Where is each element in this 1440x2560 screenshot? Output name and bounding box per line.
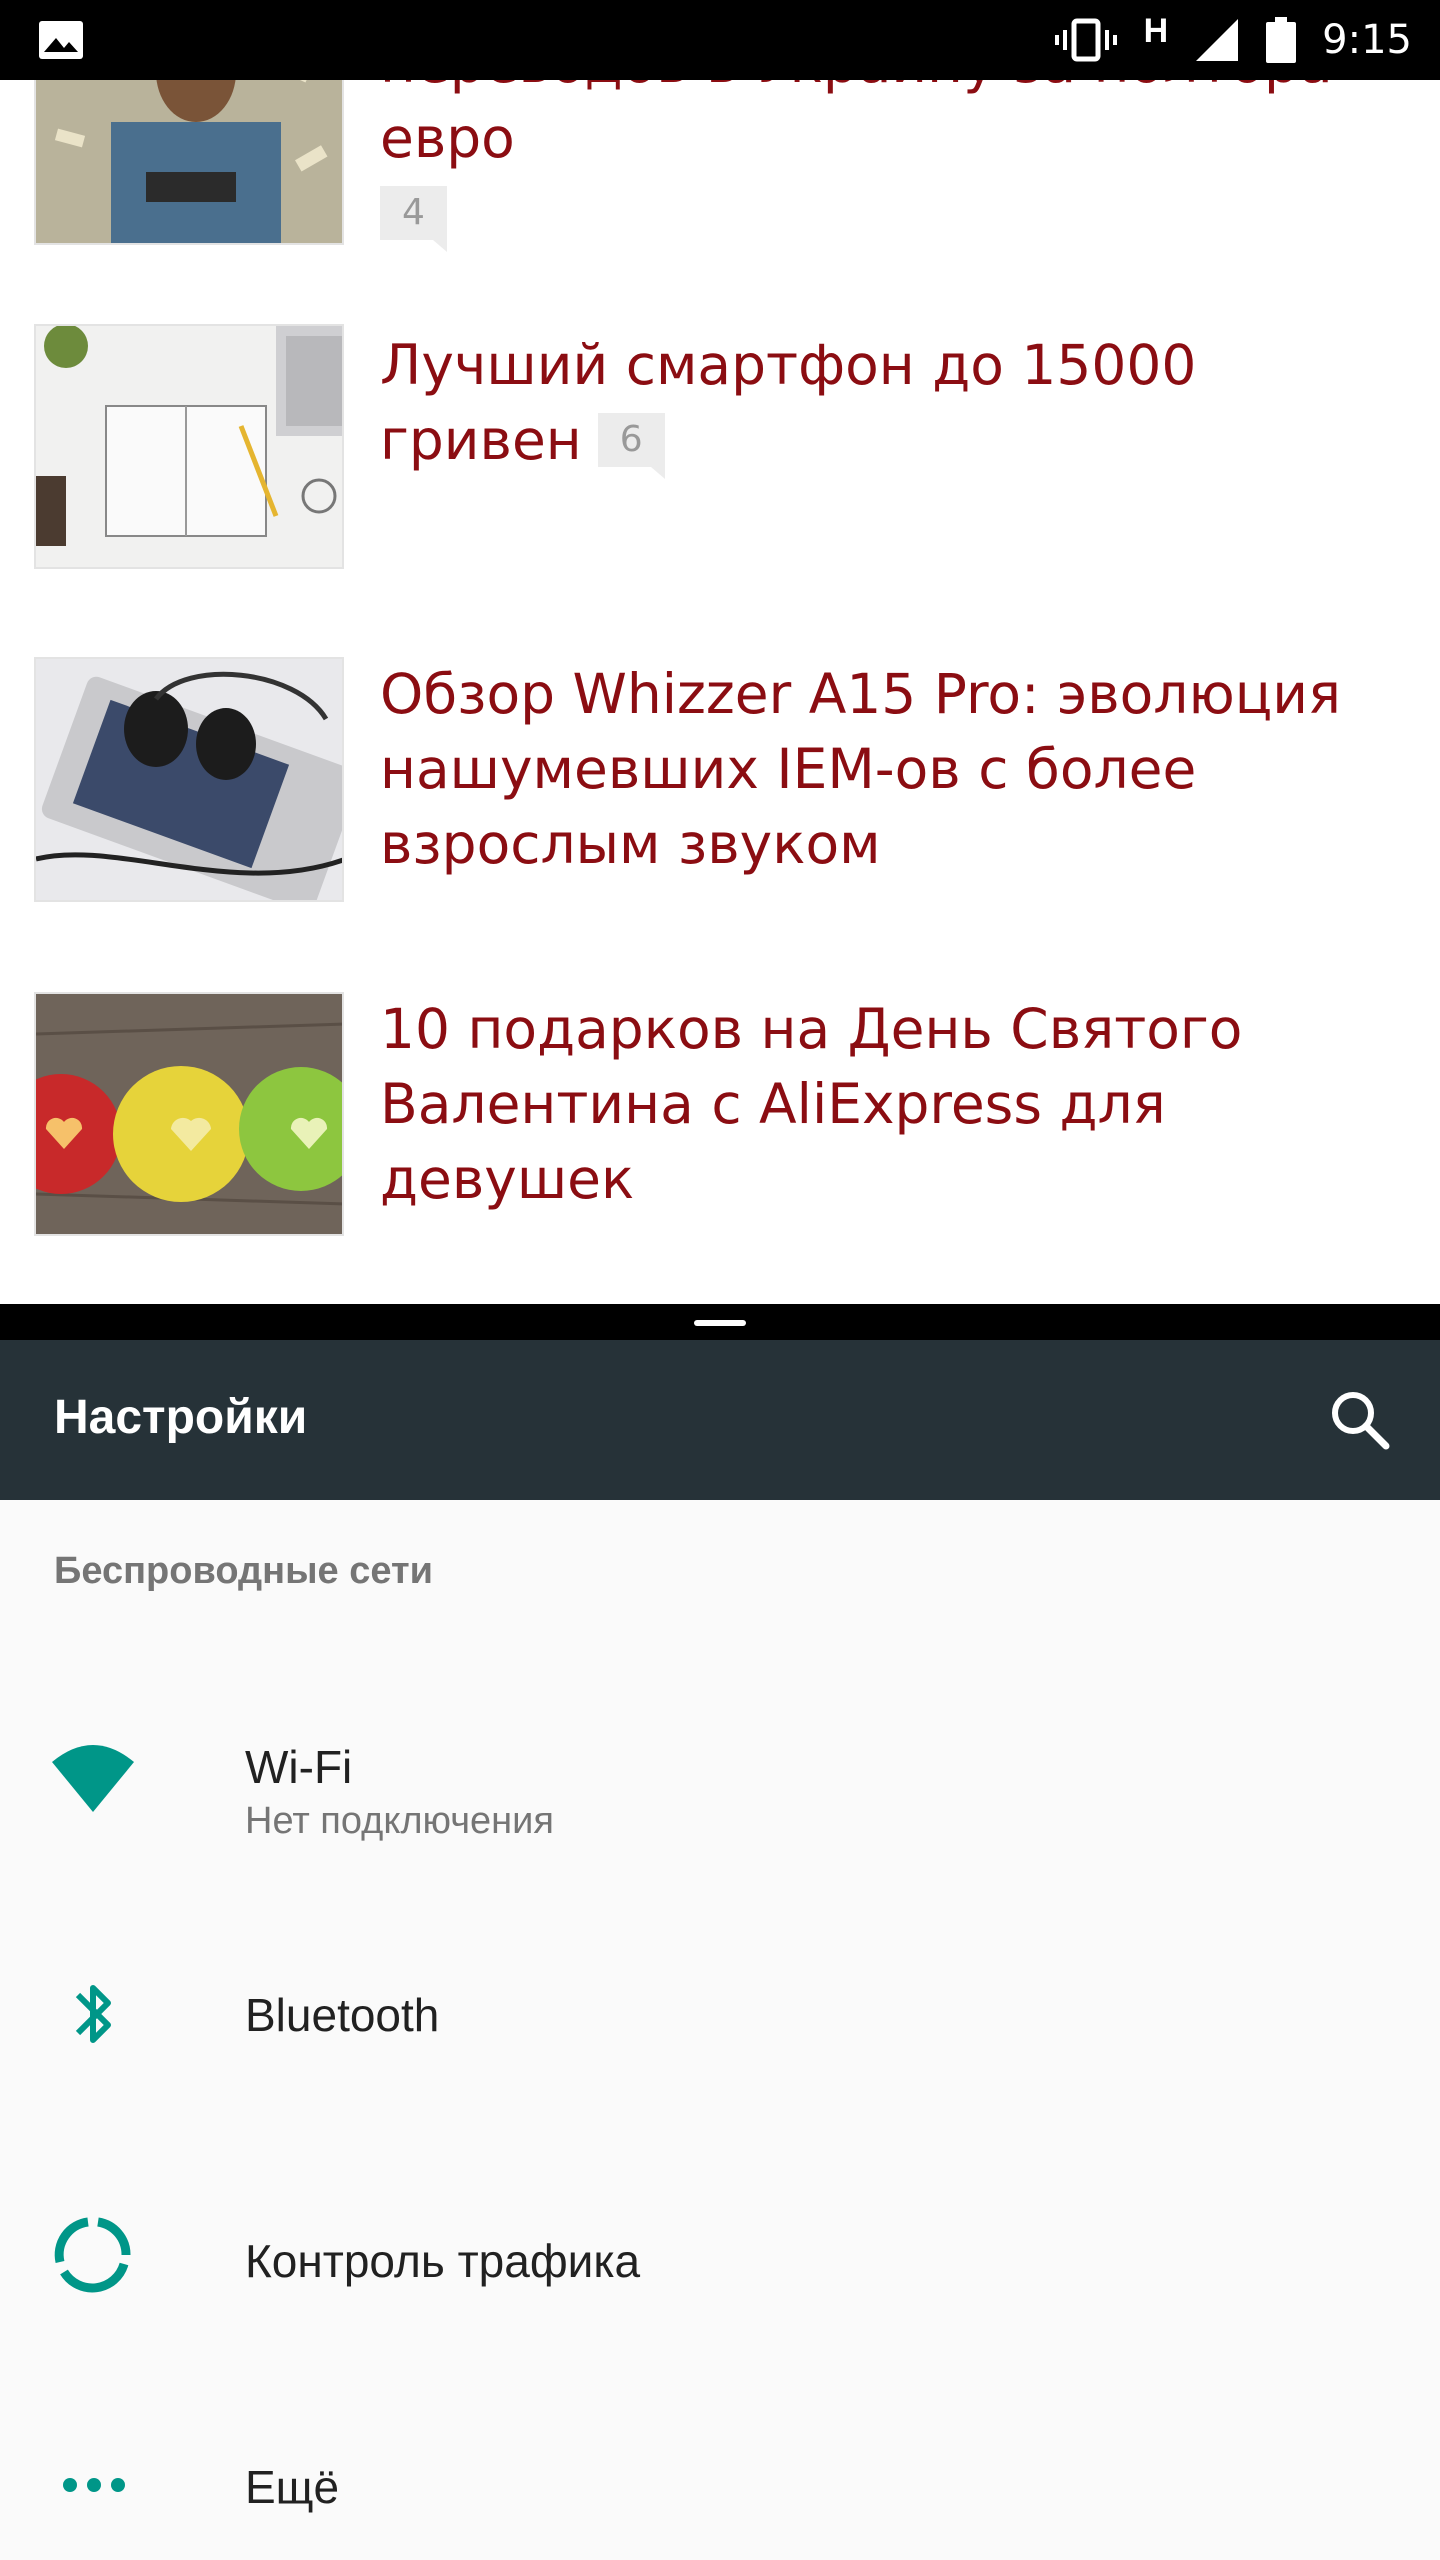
network-type: H [1143,11,1169,50]
wifi-icon [52,1745,134,1812]
comment-count-badge[interactable]: 6 [597,412,665,479]
settings-item-title: Bluetooth [245,1989,440,2041]
comment-count-badge[interactable]: 4 [380,185,447,252]
battery-icon [1266,17,1297,63]
settings-item-title: Контроль трафика [245,2235,641,2287]
article-thumbnail[interactable] [34,324,344,569]
article-title-text[interactable]: Лучший смартфон до 15000 гривен [380,333,1196,472]
settings-item-data-usage[interactable]: Контроль трафика [0,2180,1440,2350]
data-usage-icon [54,2217,131,2293]
settings-item-title: Wi-Fi [245,1741,353,1793]
settings-item-wifi[interactable]: Wi-Fi Нет подключения [0,1700,1440,1890]
article-title-text[interactable]: Обзор Whizzer A15 Pro: эволюция нашумевш… [380,662,1341,876]
settings-list: Беспроводные сети Wi-Fi Нет подключения … [0,1500,1440,2560]
article-thumbnail[interactable] [34,657,344,902]
article-thumbnail[interactable] [34,992,344,1236]
settings-item-bluetooth[interactable]: Bluetooth [0,1930,1440,2100]
article-title[interactable]: 10 подарков на День Святого Валентина с … [380,992,1410,1217]
split-screen-divider[interactable] [0,1304,1440,1340]
settings-toolbar: Настройки [0,1340,1440,1500]
article-title[interactable]: переводов в Украину за полтора евро 4 [380,80,1410,252]
settings-item-more[interactable]: Ещё [0,2420,1440,2560]
page-title: Настройки [54,1391,308,1444]
article-title[interactable]: Лучший смартфон до 15000 гривен 6 [380,328,1410,479]
settings-item-title: Ещё [245,2461,340,2513]
bluetooth-icon [75,1985,111,2043]
search-icon[interactable] [1320,1380,1400,1460]
article-thumbnail[interactable] [34,80,344,245]
settings-item-subtitle: Нет подключения [245,1800,554,1842]
article-title-text[interactable]: переводов в Украину за полтора евро [380,80,1333,170]
article-list: переводов в Украину за полтора евро 4 Лу… [0,80,1440,1304]
image-notification-icon [39,21,83,59]
status-bar: H 9:15 [0,0,1440,80]
vibrate-icon [1054,18,1117,62]
more-icon [63,2478,125,2492]
signal-icon [1196,19,1239,61]
section-header: Беспроводные сети [54,1550,433,1592]
clock: 9:15 [1322,17,1412,63]
article-title[interactable]: Обзор Whizzer A15 Pro: эволюция нашумевш… [380,657,1410,882]
article-title-text[interactable]: 10 подарков на День Святого Валентина с … [380,997,1242,1211]
divider-handle[interactable] [694,1320,746,1326]
